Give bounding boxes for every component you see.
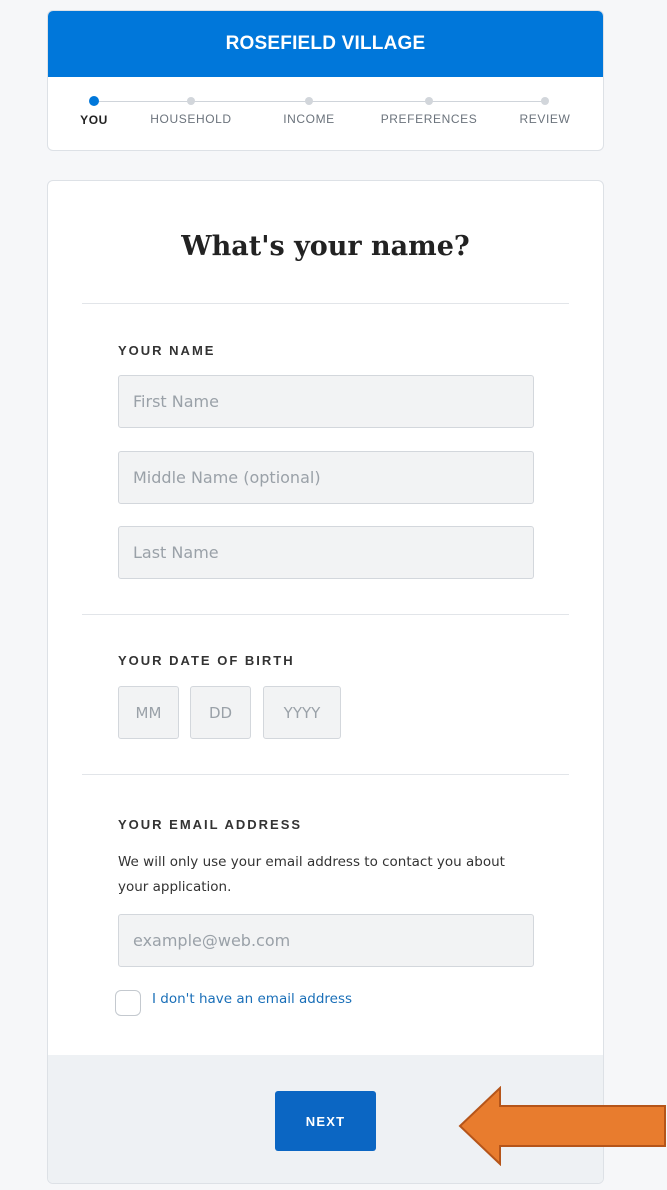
dob-section-label: YOUR DATE OF BIRTH <box>118 653 295 668</box>
no-email-label[interactable]: I don't have an email address <box>152 991 352 1007</box>
step-dot <box>425 97 433 105</box>
divider <box>82 614 569 615</box>
email-input[interactable] <box>118 914 534 967</box>
dob-year-input[interactable] <box>263 686 341 739</box>
application-form: What's your name? YOUR NAME YOUR DATE OF… <box>47 180 604 1184</box>
step-dot <box>541 97 549 105</box>
step-dot-active <box>89 96 99 106</box>
name-section-label: YOUR NAME <box>118 343 216 358</box>
first-name-input[interactable] <box>118 375 534 428</box>
divider <box>82 774 569 775</box>
step-income: INCOME <box>254 96 364 126</box>
no-email-checkbox[interactable] <box>115 990 141 1016</box>
step-label: INCOME <box>283 112 335 126</box>
divider <box>82 303 569 304</box>
step-review: REVIEW <box>490 96 600 126</box>
step-you: YOU <box>48 96 149 127</box>
email-helper-text: We will only use your email address to c… <box>118 854 505 895</box>
page-title: What's your name? <box>181 231 470 262</box>
dob-day-input[interactable] <box>190 686 251 739</box>
last-name-input[interactable] <box>118 526 534 579</box>
step-dot <box>187 97 195 105</box>
step-label: YOU <box>80 113 108 127</box>
brand-bar: ROSEFIELD VILLAGE <box>48 11 603 77</box>
orange-arrow-icon <box>458 1086 666 1166</box>
next-button[interactable]: NEXT <box>275 1091 376 1151</box>
step-preferences: PREFERENCES <box>374 96 484 126</box>
step-household: HOUSEHOLD <box>136 96 246 126</box>
middle-name-input[interactable] <box>118 451 534 504</box>
dob-month-input[interactable] <box>118 686 179 739</box>
brand-title: ROSEFIELD VILLAGE <box>225 33 426 54</box>
progress-stepper: YOU HOUSEHOLD INCOME PREFERENCES REVIEW <box>48 77 603 150</box>
progress-header: ROSEFIELD VILLAGE YOU HOUSEHOLD INCOME P… <box>47 10 604 151</box>
step-label: HOUSEHOLD <box>150 112 232 126</box>
step-label: REVIEW <box>519 112 571 126</box>
email-section-label: YOUR EMAIL ADDRESS <box>118 817 303 832</box>
step-label: PREFERENCES <box>380 112 478 126</box>
step-dot <box>305 97 313 105</box>
